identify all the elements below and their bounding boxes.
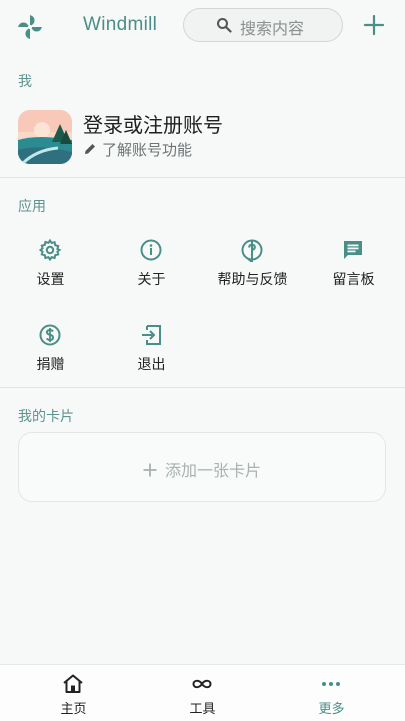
- app-item-message-board[interactable]: 留言板: [303, 238, 404, 308]
- app-item-label: 留言板: [332, 272, 375, 288]
- pencil-icon: [85, 144, 95, 154]
- divider: [0, 177, 405, 178]
- app-item-about[interactable]: 关于: [101, 238, 202, 308]
- dollar-icon: [39, 324, 61, 346]
- add-button[interactable]: [363, 14, 385, 36]
- windmill-logo-icon: [18, 15, 42, 39]
- account-info-label: 了解账号功能: [102, 141, 193, 159]
- app-item-settings[interactable]: 设置: [0, 238, 101, 308]
- app-title: Windmill: [83, 14, 158, 35]
- search-input[interactable]: 搜索内容: [183, 8, 343, 42]
- message-board-icon: [344, 241, 362, 259]
- section-label-me: 我: [18, 74, 32, 90]
- tab-more[interactable]: 更多: [264, 665, 399, 721]
- exit-icon: [142, 325, 161, 345]
- tab-label: 工具: [189, 702, 216, 717]
- home-icon: [63, 674, 83, 693]
- avatar[interactable]: [18, 110, 72, 164]
- search-icon: [217, 18, 232, 33]
- app-item-donate[interactable]: 捐赠: [0, 323, 101, 393]
- add-card-row: 添加一张卡片: [19, 457, 385, 481]
- app-item-label: 帮助与反馈: [217, 272, 288, 288]
- search-placeholder: 搜索内容: [240, 19, 305, 38]
- tab-label: 主页: [60, 702, 87, 717]
- account-info-link[interactable]: 了解账号功能: [83, 139, 192, 160]
- app-item-label: 关于: [137, 272, 166, 288]
- app-item-label: 退出: [137, 357, 166, 373]
- infinity-icon: [192, 679, 212, 689]
- section-label-cards: 我的卡片: [18, 409, 74, 425]
- app-item-label: 捐赠: [36, 357, 65, 373]
- top-bar: Windmill 搜索内容: [0, 0, 405, 52]
- plus-icon: [143, 463, 157, 477]
- info-icon: [140, 239, 162, 261]
- add-card-button[interactable]: 添加一张卡片: [18, 432, 386, 502]
- more-dots-icon: [322, 682, 340, 686]
- app-item-help-feedback[interactable]: 帮助与反馈: [202, 238, 303, 308]
- help-icon: [241, 239, 263, 262]
- app-item-label: 设置: [36, 272, 65, 288]
- add-card-label: 添加一张卡片: [164, 461, 261, 480]
- gear-icon: [38, 238, 62, 262]
- divider: [0, 387, 405, 388]
- section-label-apps: 应用: [18, 199, 46, 215]
- bottom-tab-bar: 主页 工具 更多: [0, 664, 405, 721]
- app-item-exit[interactable]: 退出: [101, 323, 202, 393]
- tab-label: 更多: [318, 702, 345, 717]
- login-button[interactable]: 登录或注册账号: [83, 109, 223, 138]
- tab-home[interactable]: 主页: [6, 665, 141, 721]
- tab-tools[interactable]: 工具: [135, 665, 270, 721]
